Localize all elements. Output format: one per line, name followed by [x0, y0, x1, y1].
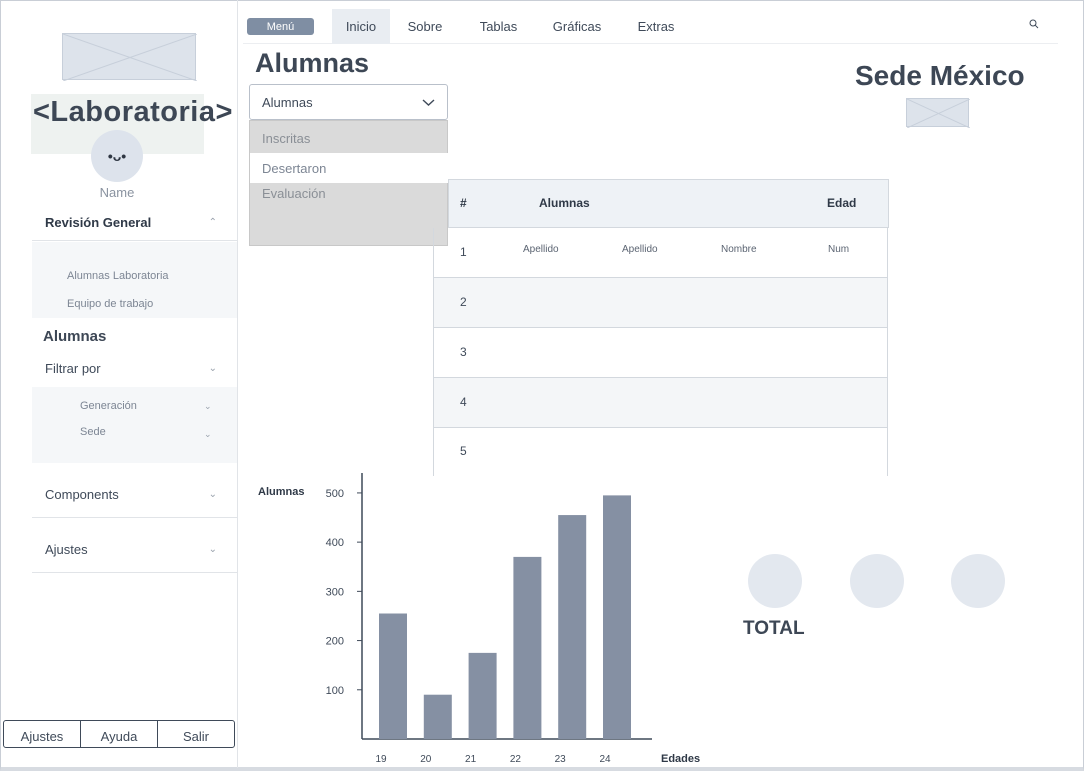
- nav-item-equipo-trabajo[interactable]: Equipo de trabajo: [67, 298, 153, 310]
- row-number: 5: [460, 444, 467, 458]
- y-tick-label: 200: [326, 636, 344, 648]
- chart-canvas: 100 200 300 400 500 19 20 21 22 23 24 Alumnas Edades: [258, 473, 700, 765]
- logo-image-placeholder: [62, 33, 198, 82]
- age-bar-chart: 100 200 300 400 500 19 20 21 22 23 24 Alumnas Edades: [250, 468, 710, 768]
- x-tick-label: 22: [510, 754, 522, 765]
- x-tick-label: 24: [599, 754, 611, 765]
- tab-tablas[interactable]: Tablas: [471, 9, 526, 44]
- chevron-down-icon: ⌄: [208, 544, 217, 555]
- bar: [468, 652, 497, 739]
- row-number: 4: [460, 395, 467, 409]
- x-axis-label: Edades: [661, 753, 700, 765]
- page-title: Alumnas: [255, 48, 370, 78]
- table-row[interactable]: 2: [433, 278, 888, 328]
- user-name: Name: [99, 185, 135, 200]
- row-number: 3: [460, 345, 467, 359]
- header-edad: Edad: [827, 196, 857, 210]
- cell-apellido: Apellido: [523, 244, 559, 255]
- nav-overview[interactable]: Revisión General ⌃: [32, 205, 237, 241]
- table-row[interactable]: 4: [433, 378, 888, 428]
- nav-components-label: Components: [45, 487, 119, 502]
- y-tick-label: 400: [326, 537, 344, 549]
- x-tick-label: 23: [555, 754, 567, 765]
- students-table: # Alumnas Edad 1 Apellido Apellido Nombr…: [433, 179, 889, 476]
- y-tick-label: 300: [326, 586, 344, 598]
- table-header: # Alumnas Edad: [448, 179, 889, 228]
- cell-edad: Num: [828, 244, 850, 255]
- help-button[interactable]: Ayuda: [81, 721, 158, 747]
- nav-overview-label: Revisión General: [45, 215, 152, 230]
- bar: [513, 556, 542, 739]
- tab-graficas[interactable]: Gráficas: [546, 9, 608, 44]
- total-circle: [951, 554, 1005, 608]
- cell-apellido: Apellido: [622, 244, 658, 255]
- location-title: Sede México: [855, 60, 1025, 91]
- y-axis-label: Alumnas: [258, 486, 304, 498]
- logout-button[interactable]: Salir: [158, 721, 234, 747]
- bar: [603, 495, 631, 739]
- total-label: TOTAL: [743, 618, 805, 639]
- nav-components[interactable]: Components ⌄: [32, 472, 237, 518]
- footer-button-group: Ajustes Ayuda Salir: [3, 720, 235, 748]
- bar: [558, 515, 587, 739]
- chevron-down-icon[interactable]: ⌄: [204, 401, 212, 412]
- table-row[interactable]: 3: [433, 328, 888, 378]
- tab-sobre[interactable]: Sobre: [400, 9, 450, 44]
- nav-filter-label: Filtrar por: [45, 360, 101, 376]
- option-evaluacion[interactable]: Evaluación: [250, 178, 449, 208]
- category-select[interactable]: Alumnas: [249, 84, 448, 120]
- header-num: #: [460, 196, 467, 210]
- x-tick-label: 21: [465, 754, 477, 765]
- row-number: 2: [460, 295, 467, 309]
- avatar[interactable]: •ᴗ•: [91, 130, 143, 182]
- sidebar-section-title: Alumnas: [43, 328, 107, 345]
- header-alumnas: Alumnas: [539, 196, 590, 210]
- nav-settings-label: Ajustes: [45, 542, 88, 557]
- select-value: Alumnas: [262, 94, 313, 110]
- y-tick-label: 100: [326, 685, 344, 697]
- avatar-face: •ᴗ•: [107, 148, 127, 164]
- chevron-down-icon: [422, 98, 435, 106]
- select-dropdown: Inscritas Desertaron Evaluación: [249, 120, 449, 246]
- filter-generacion[interactable]: Generación: [80, 400, 137, 412]
- top-navbar: Menú Inicio Sobre Tablas Gráficas Extras: [243, 9, 1058, 44]
- x-tick-label: 19: [375, 754, 387, 765]
- cell-nombre: Nombre: [721, 244, 757, 255]
- tab-extras[interactable]: Extras: [630, 9, 682, 44]
- nav-settings[interactable]: Ajustes ⌄: [32, 527, 237, 573]
- tab-inicio[interactable]: Inicio: [332, 9, 390, 44]
- chevron-up-icon: ⌃: [208, 217, 217, 228]
- image-placeholder-icon: [906, 98, 971, 129]
- table-row[interactable]: 1 Apellido Apellido Nombre Num: [433, 228, 888, 278]
- filter-submenu: Generación ⌄ Sede ⌄: [32, 387, 237, 463]
- row-number: 1: [460, 245, 467, 259]
- x-tick-label: 20: [420, 754, 432, 765]
- option-inscritas[interactable]: Inscritas: [250, 123, 449, 153]
- total-circle: [850, 554, 904, 608]
- menu-button[interactable]: Menú: [247, 18, 314, 35]
- location-image-placeholder: [906, 98, 971, 129]
- sidebar: <Laboratoria> •ᴗ• Name Revisión General …: [0, 0, 238, 768]
- brand-name: <Laboratoria>: [33, 96, 233, 128]
- search-icon[interactable]: [1029, 19, 1039, 29]
- overview-submenu: Alumnas Laboratoria Equipo de trabajo: [32, 242, 237, 318]
- chevron-down-icon: ⌄: [208, 489, 217, 500]
- image-placeholder-icon: [62, 33, 198, 82]
- nav-item-alumnas-laboratoria[interactable]: Alumnas Laboratoria: [67, 270, 169, 282]
- filter-sede[interactable]: Sede: [80, 426, 106, 438]
- bar: [379, 613, 407, 739]
- bar: [423, 694, 452, 739]
- chevron-down-icon: ⌄: [208, 362, 217, 374]
- y-tick-label: 500: [326, 488, 344, 500]
- settings-button[interactable]: Ajustes: [4, 721, 81, 747]
- total-circle: [748, 554, 802, 608]
- nav-filter[interactable]: Filtrar por ⌄: [32, 356, 237, 380]
- chevron-down-icon[interactable]: ⌄: [204, 429, 212, 440]
